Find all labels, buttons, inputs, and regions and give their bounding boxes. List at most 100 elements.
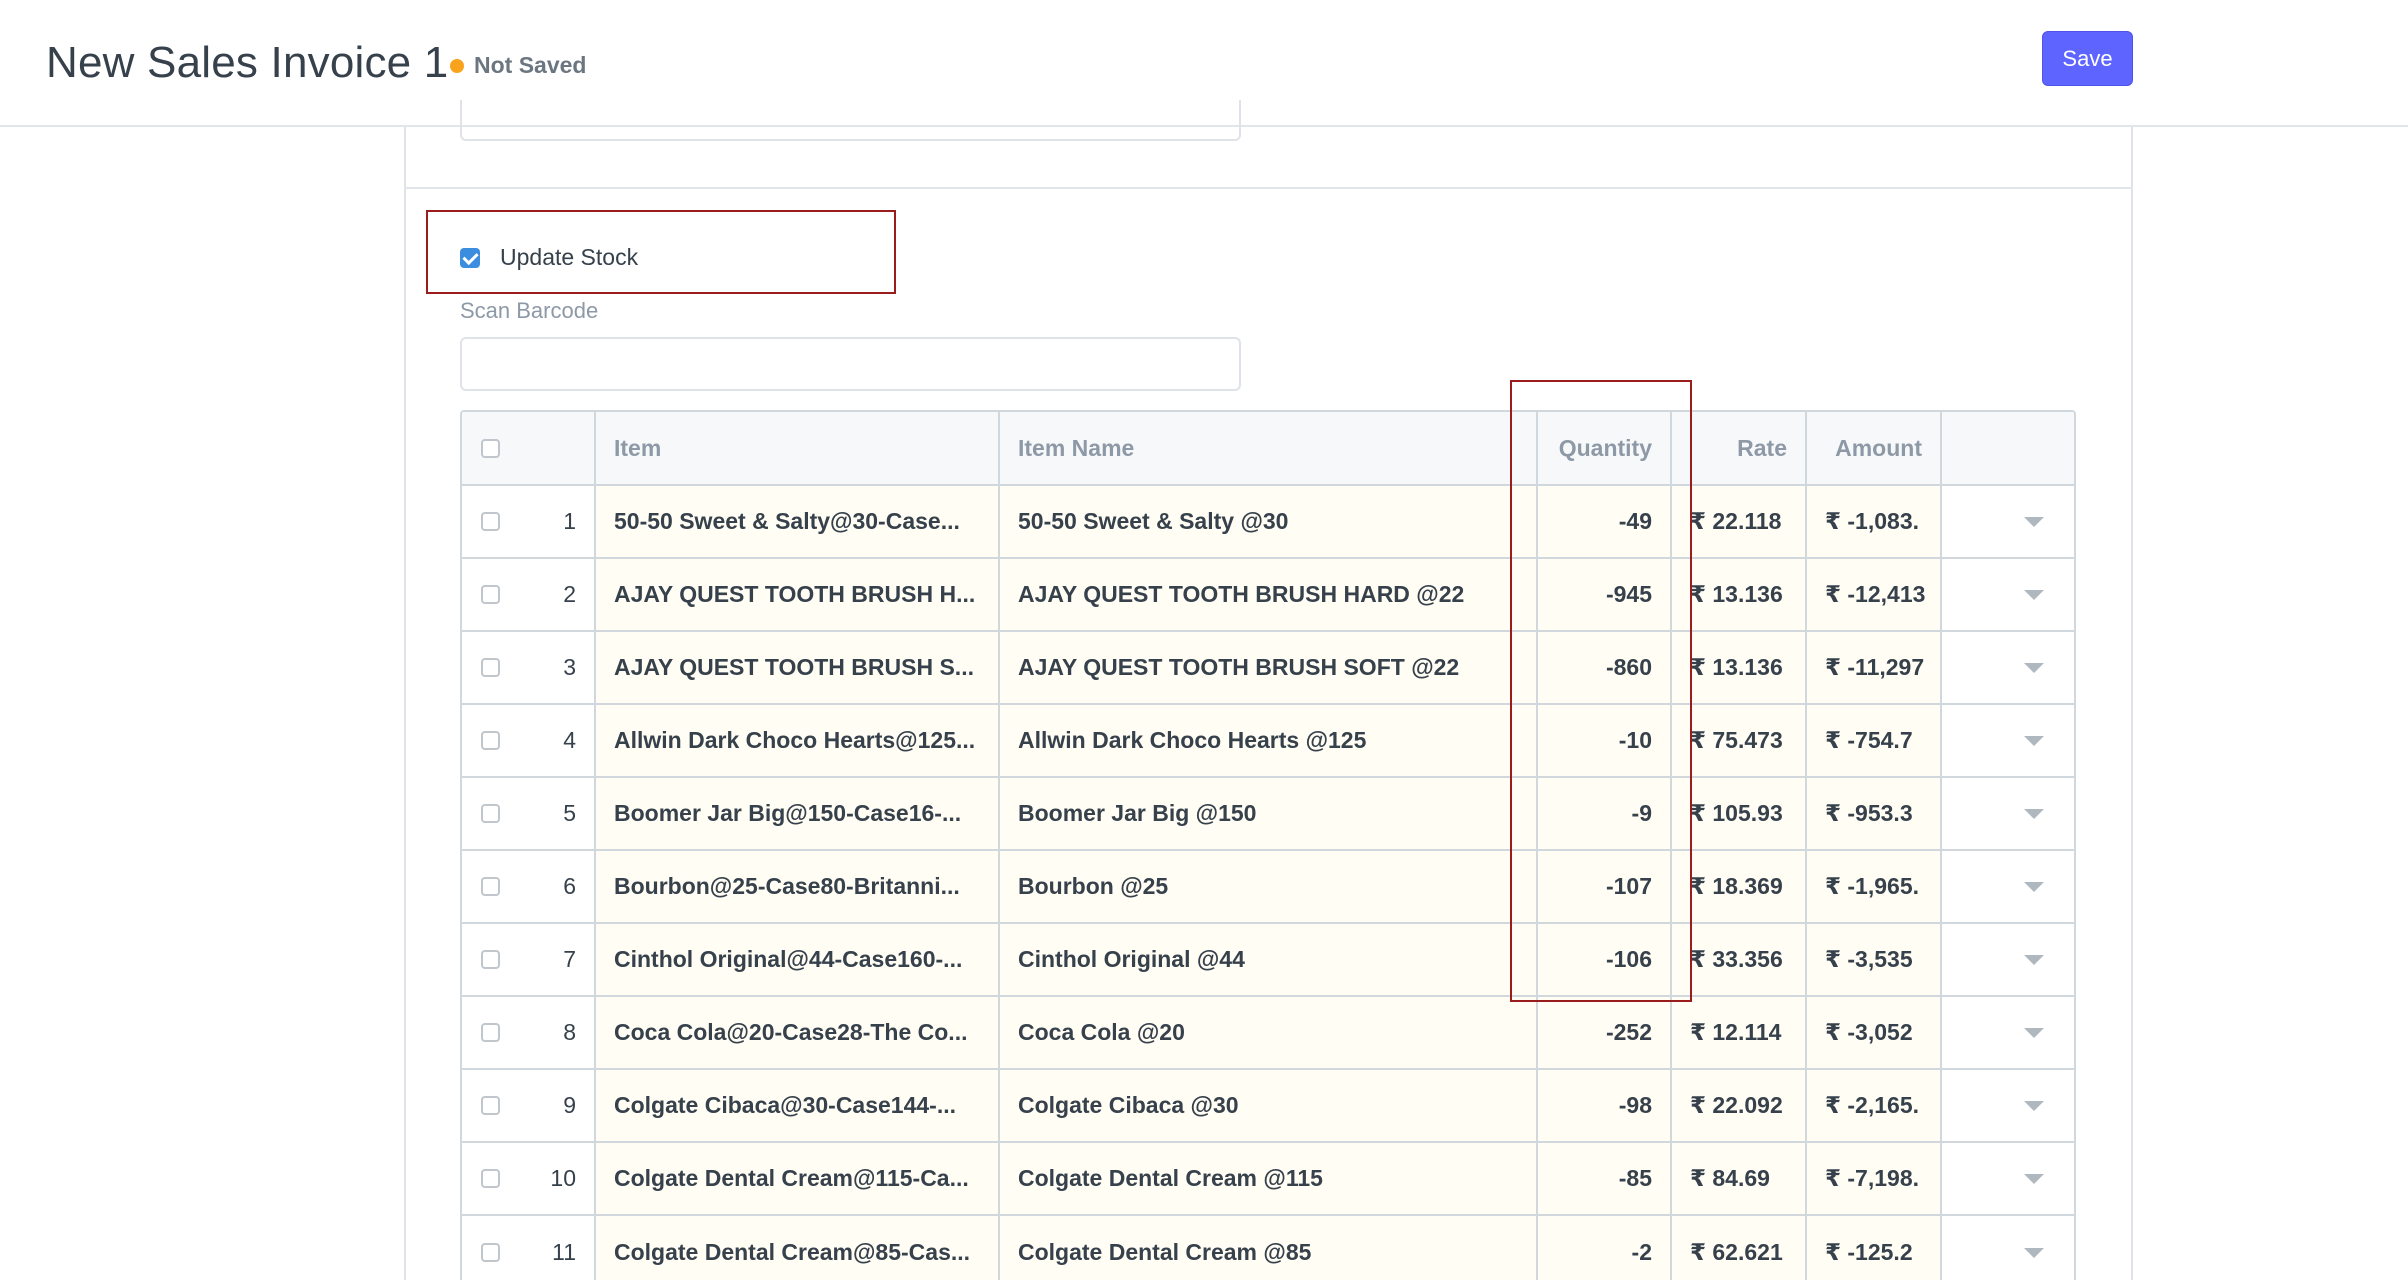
item-name-cell[interactable]: AJAY QUEST TOOTH BRUSH HARD @22	[1000, 559, 1538, 630]
rate-cell[interactable]: ₹ 22.118	[1672, 486, 1807, 557]
item-code-cell[interactable]: AJAY QUEST TOOTH BRUSH S...	[596, 632, 1000, 703]
chevron-down-icon[interactable]	[2024, 1027, 2044, 1038]
table-header: Item Item Name Quantity Rate Amount	[462, 412, 2074, 486]
table-row[interactable]: 11 Colgate Dental Cream@85-Cas... Colgate …	[462, 1216, 2074, 1280]
item-name-cell[interactable]: AJAY QUEST TOOTH BRUSH SOFT @22	[1000, 632, 1538, 703]
scan-barcode-label: Scan Barcode	[460, 298, 599, 323]
row-checkbox[interactable]	[481, 1169, 500, 1188]
table-row[interactable]: 5 Boomer Jar Big@150-Case16-... Boomer Jar…	[462, 778, 2074, 851]
row-actions-cell[interactable]	[1942, 486, 2074, 557]
chevron-down-icon[interactable]	[2024, 954, 2044, 965]
chevron-down-icon[interactable]	[2024, 808, 2044, 819]
rate-cell[interactable]: ₹ 12.114	[1672, 997, 1807, 1068]
row-checkbox[interactable]	[481, 512, 500, 531]
item-code-cell[interactable]: 50-50 Sweet & Salty@30-Case...	[596, 486, 1000, 557]
item-code-cell[interactable]: Cinthol Original@44-Case160-...	[596, 924, 1000, 995]
update-stock-checkbox[interactable]	[460, 247, 480, 268]
chevron-down-icon[interactable]	[2024, 1247, 2044, 1258]
row-actions-cell[interactable]	[1942, 705, 2074, 776]
table-row[interactable]: 10 Colgate Dental Cream@115-Ca... Colgate …	[462, 1143, 2074, 1216]
chevron-down-icon[interactable]	[2024, 735, 2044, 746]
table-row[interactable]: 7 Cinthol Original@44-Case160-... Cinthol …	[462, 924, 2074, 997]
chevron-down-icon[interactable]	[2024, 1173, 2044, 1184]
row-index: 1	[563, 508, 576, 534]
row-actions-cell[interactable]	[1942, 851, 2074, 922]
rate-cell[interactable]: ₹ 33.356	[1672, 924, 1807, 995]
amount-cell: ₹ -3,052	[1807, 997, 1942, 1068]
item-code-cell[interactable]: Boomer Jar Big@150-Case16-...	[596, 778, 1000, 849]
row-actions-cell[interactable]	[1942, 559, 2074, 630]
row-checkbox[interactable]	[481, 1243, 500, 1262]
quantity-cell[interactable]: -98	[1538, 1070, 1672, 1141]
rate-cell[interactable]: ₹ 84.69	[1672, 1143, 1807, 1214]
item-name-cell[interactable]: Coca Cola @20	[1000, 997, 1538, 1068]
update-stock-field[interactable]: Update Stock	[460, 244, 638, 271]
row-select-cell: 8	[462, 997, 596, 1068]
item-name-cell[interactable]: Bourbon @25	[1000, 851, 1538, 922]
item-name-cell[interactable]: 50-50 Sweet & Salty @30	[1000, 486, 1538, 557]
rate-cell[interactable]: ₹ 75.473	[1672, 705, 1807, 776]
item-name-cell[interactable]: Allwin Dark Choco Hearts @125	[1000, 705, 1538, 776]
rate-cell[interactable]: ₹ 18.369	[1672, 851, 1807, 922]
row-checkbox[interactable]	[481, 1096, 500, 1115]
scan-barcode-input[interactable]	[460, 337, 1241, 391]
previous-field-input[interactable]	[460, 100, 1241, 141]
row-actions-cell[interactable]	[1942, 1143, 2074, 1214]
row-actions-cell[interactable]	[1942, 997, 2074, 1068]
table-row[interactable]: 8 Coca Cola@20-Case28-The Co... Coca Cola …	[462, 997, 2074, 1070]
row-checkbox[interactable]	[481, 950, 500, 969]
chevron-down-icon[interactable]	[2024, 881, 2044, 892]
item-name-cell[interactable]: Colgate Dental Cream @115	[1000, 1143, 1538, 1214]
row-actions-cell[interactable]	[1942, 1216, 2074, 1280]
table-row[interactable]: 4 Allwin Dark Choco Hearts@125... Allwin D…	[462, 705, 2074, 778]
chevron-down-icon[interactable]	[2024, 589, 2044, 600]
row-checkbox[interactable]	[481, 804, 500, 823]
table-row[interactable]: 3 AJAY QUEST TOOTH BRUSH S... AJAY QUEST T…	[462, 632, 2074, 705]
row-actions-cell[interactable]	[1942, 924, 2074, 995]
item-code-cell[interactable]: Coca Cola@20-Case28-The Co...	[596, 997, 1000, 1068]
chevron-down-icon[interactable]	[2024, 1100, 2044, 1111]
rate-cell[interactable]: ₹ 22.092	[1672, 1070, 1807, 1141]
select-all-checkbox[interactable]	[481, 438, 500, 458]
rate-cell[interactable]: ₹ 13.136	[1672, 632, 1807, 703]
item-code-cell[interactable]: Colgate Cibaca@30-Case144-...	[596, 1070, 1000, 1141]
amount-cell: ₹ -1,965.	[1807, 851, 1942, 922]
amount-cell: ₹ -125.2	[1807, 1216, 1942, 1280]
quantity-cell[interactable]: -2	[1538, 1216, 1672, 1280]
item-code-cell[interactable]: Colgate Dental Cream@115-Ca...	[596, 1143, 1000, 1214]
rate-cell[interactable]: ₹ 105.93	[1672, 778, 1807, 849]
page-title: New Sales Invoice 1	[46, 38, 449, 87]
item-name-cell[interactable]: Colgate Cibaca @30	[1000, 1070, 1538, 1141]
table-row[interactable]: 9 Colgate Cibaca@30-Case144-... Colgate Ci…	[462, 1070, 2074, 1143]
row-checkbox[interactable]	[481, 877, 500, 896]
item-code-cell[interactable]: Colgate Dental Cream@85-Cas...	[596, 1216, 1000, 1280]
chevron-down-icon[interactable]	[2024, 516, 2044, 527]
chevron-down-icon[interactable]	[2024, 662, 2044, 673]
rate-cell[interactable]: ₹ 62.621	[1672, 1216, 1807, 1280]
quantity-cell[interactable]: -252	[1538, 997, 1672, 1068]
row-checkbox[interactable]	[481, 585, 500, 604]
table-row[interactable]: 6 Bourbon@25-Case80-Britanni... Bourbon @2…	[462, 851, 2074, 924]
row-checkbox[interactable]	[481, 1023, 500, 1042]
rate-cell[interactable]: ₹ 13.136	[1672, 559, 1807, 630]
save-button[interactable]: Save	[2042, 31, 2133, 86]
item-code-cell[interactable]: Bourbon@25-Case80-Britanni...	[596, 851, 1000, 922]
item-code-cell[interactable]: Allwin Dark Choco Hearts@125...	[596, 705, 1000, 776]
status-text: Not Saved	[474, 52, 587, 78]
column-header-item: Item	[596, 412, 1000, 484]
row-checkbox[interactable]	[481, 658, 500, 677]
item-code-cell[interactable]: AJAY QUEST TOOTH BRUSH H...	[596, 559, 1000, 630]
row-index: 7	[563, 946, 576, 972]
item-name-cell[interactable]: Cinthol Original @44	[1000, 924, 1538, 995]
amount-cell: ₹ -754.7	[1807, 705, 1942, 776]
amount-cell: ₹ -3,535	[1807, 924, 1942, 995]
row-actions-cell[interactable]	[1942, 778, 2074, 849]
item-name-cell[interactable]: Boomer Jar Big @150	[1000, 778, 1538, 849]
row-actions-cell[interactable]	[1942, 1070, 2074, 1141]
quantity-cell[interactable]: -85	[1538, 1143, 1672, 1214]
item-name-cell[interactable]: Colgate Dental Cream @85	[1000, 1216, 1538, 1280]
table-row[interactable]: 2 AJAY QUEST TOOTH BRUSH H... AJAY QUEST T…	[462, 559, 2074, 632]
row-actions-cell[interactable]	[1942, 632, 2074, 703]
row-checkbox[interactable]	[481, 731, 500, 750]
table-row[interactable]: 1 50-50 Sweet & Salty@30-Case... 50-50 Swe…	[462, 486, 2074, 559]
